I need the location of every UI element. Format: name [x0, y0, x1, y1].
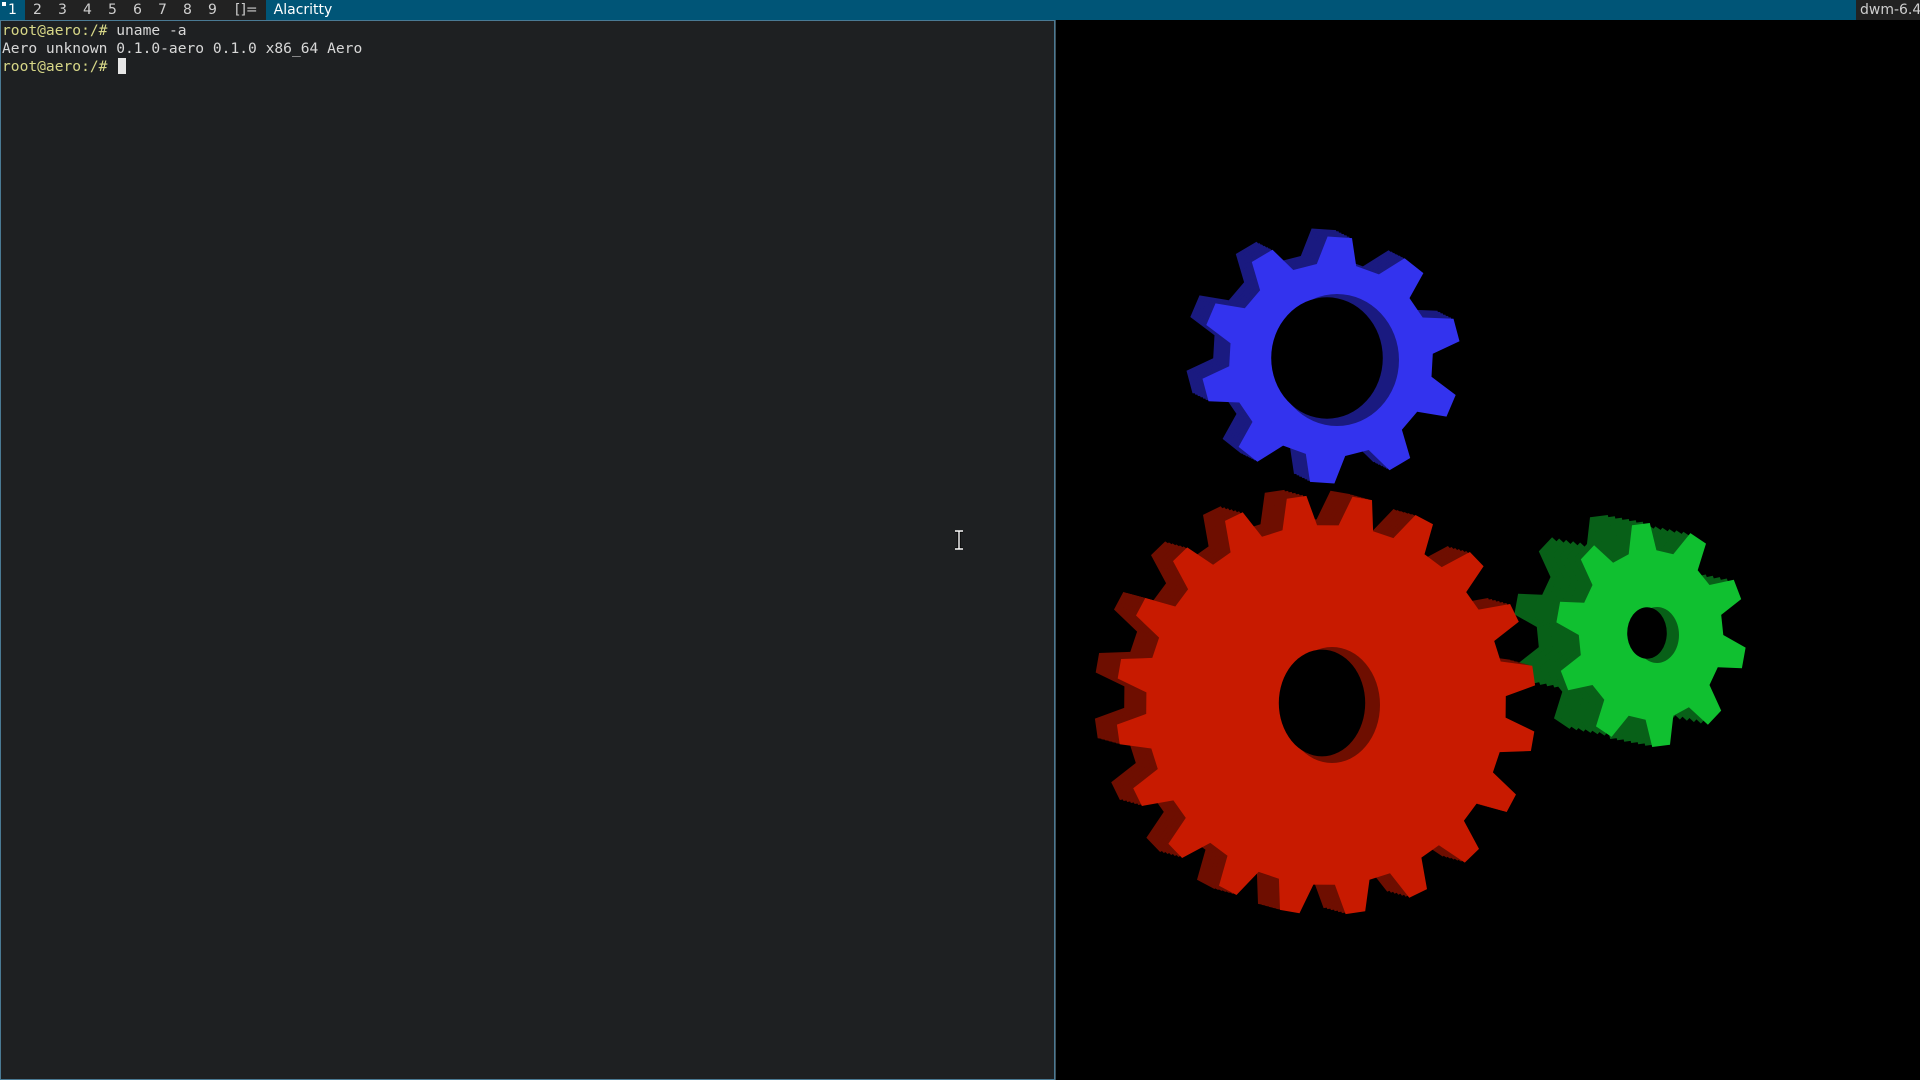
terminal-line: root@aero:/# [2, 58, 1053, 76]
alacritty-terminal-window[interactable]: root@aero:/# uname -a Aero unknown 0.1.0-… [0, 20, 1055, 1080]
terminal-text: Aero unknown 0.1.0-aero 0.1.0 x86_64 Aer… [2, 40, 363, 57]
tag-list: 123456789 [0, 0, 225, 20]
focused-window-title: Alacritty [265, 0, 1856, 20]
tag-2[interactable]: 2 [25, 0, 50, 20]
terminal-line: Aero unknown 0.1.0-aero 0.1.0 x86_64 Aer… [2, 40, 1053, 58]
tag-7[interactable]: 7 [150, 0, 175, 20]
terminal-line: root@aero:/# uname -a [2, 22, 1053, 40]
tag-6[interactable]: 6 [125, 0, 150, 20]
green-gear [1514, 515, 1746, 747]
tag-3[interactable]: 3 [50, 0, 75, 20]
tag-9[interactable]: 9 [200, 0, 225, 20]
layout-indicator[interactable]: []= [225, 0, 266, 20]
glxgears-window[interactable] [1055, 20, 1920, 1080]
tag-5[interactable]: 5 [100, 0, 125, 20]
green-gear-hole [1627, 607, 1667, 659]
tag-1[interactable]: 1 [0, 0, 25, 20]
blue-gear-hole [1271, 297, 1383, 419]
terminal-output: root@aero:/# uname -a Aero unknown 0.1.0-… [2, 22, 1053, 76]
shell-prompt: root@aero:/# [2, 22, 108, 39]
occupied-indicator [2, 2, 6, 6]
red-gear [1094, 489, 1536, 915]
text-cursor-icon [955, 530, 963, 550]
terminal-text: uname -a [107, 22, 187, 39]
shell-prompt: root@aero:/# [2, 58, 108, 75]
red-gear-hole [1278, 649, 1366, 757]
status-text: dwm-6.4 [1856, 0, 1920, 20]
terminal-cursor [118, 58, 127, 74]
tag-8[interactable]: 8 [175, 0, 200, 20]
dwm-status-bar: 123456789 []= Alacritty dwm-6.4 [0, 0, 1920, 20]
blue-gear [1186, 228, 1460, 484]
gears-canvas [1094, 228, 1746, 915]
tag-4[interactable]: 4 [75, 0, 100, 20]
